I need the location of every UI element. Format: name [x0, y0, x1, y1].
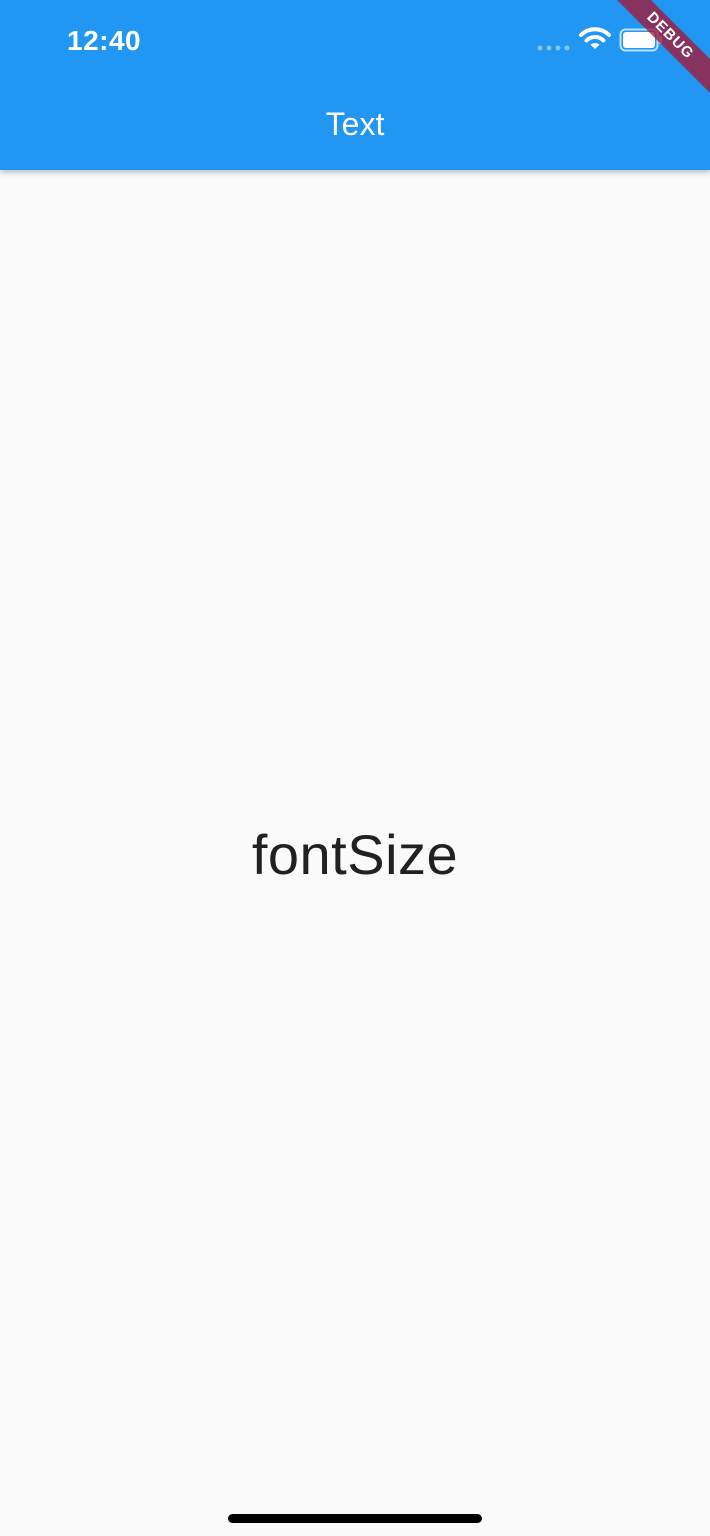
status-time: 12:40 [67, 25, 142, 56]
debug-banner: DEBUG [600, 0, 710, 110]
debug-label: DEBUG [604, 0, 710, 102]
signal-icon [537, 45, 570, 51]
home-indicator[interactable] [228, 1514, 482, 1523]
app-screen: 12:40 Text DEBUG fontSize [0, 0, 710, 1536]
content-text: fontSize [251, 823, 459, 886]
